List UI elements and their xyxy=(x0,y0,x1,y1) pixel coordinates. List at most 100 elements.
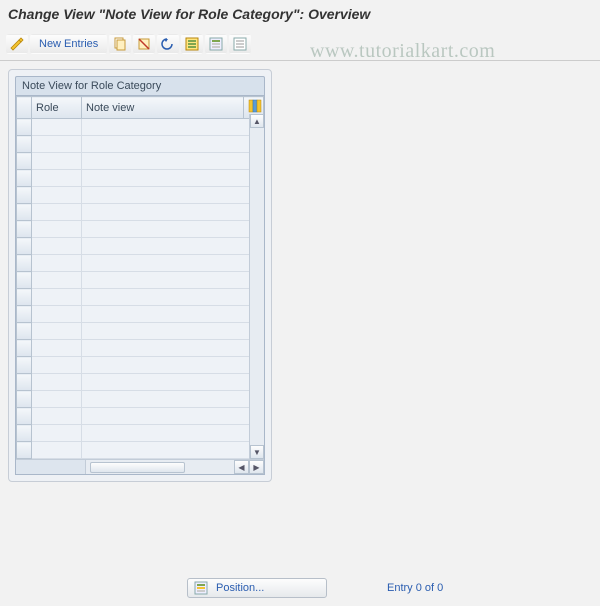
table-row xyxy=(17,289,264,306)
toolbar: New Entries xyxy=(0,32,600,61)
row-selector[interactable] xyxy=(17,187,32,204)
row-selector[interactable] xyxy=(17,391,32,408)
cell-note-view[interactable] xyxy=(82,357,264,374)
cell-role[interactable] xyxy=(32,238,82,255)
cell-role[interactable] xyxy=(32,340,82,357)
cell-role[interactable] xyxy=(32,323,82,340)
footer-bar: Position... Entry 0 of 0 xyxy=(0,578,600,598)
row-selector[interactable] xyxy=(17,289,32,306)
cell-note-view[interactable] xyxy=(82,221,264,238)
horizontal-scrollbar[interactable]: ◀ ▶ xyxy=(16,459,264,474)
cell-note-view[interactable] xyxy=(82,340,264,357)
table-row xyxy=(17,306,264,323)
table-panel: Note View for Role Category Role Note vi… xyxy=(8,69,272,482)
new-entries-button[interactable]: New Entries xyxy=(30,34,107,54)
select-block-icon[interactable] xyxy=(205,34,227,54)
table-row xyxy=(17,357,264,374)
row-selector[interactable] xyxy=(17,153,32,170)
cell-note-view[interactable] xyxy=(82,272,264,289)
cell-note-view[interactable] xyxy=(82,187,264,204)
cell-note-view[interactable] xyxy=(82,238,264,255)
cell-role[interactable] xyxy=(32,357,82,374)
row-selector[interactable] xyxy=(17,255,32,272)
cell-role[interactable] xyxy=(32,170,82,187)
table-row xyxy=(17,204,264,221)
cell-note-view[interactable] xyxy=(82,306,264,323)
cell-note-view[interactable] xyxy=(82,442,264,459)
cell-role[interactable] xyxy=(32,425,82,442)
table-row xyxy=(17,255,264,272)
cell-role[interactable] xyxy=(32,306,82,323)
scroll-up-icon[interactable]: ▲ xyxy=(250,114,264,128)
cell-role[interactable] xyxy=(32,153,82,170)
row-selector[interactable] xyxy=(17,425,32,442)
cell-note-view[interactable] xyxy=(82,374,264,391)
cell-note-view[interactable] xyxy=(82,170,264,187)
column-header-role[interactable]: Role xyxy=(32,97,82,119)
row-selector[interactable] xyxy=(17,374,32,391)
row-selector[interactable] xyxy=(17,238,32,255)
table-row xyxy=(17,136,264,153)
deselect-all-icon[interactable] xyxy=(229,34,251,54)
row-selector[interactable] xyxy=(17,170,32,187)
cell-note-view[interactable] xyxy=(82,255,264,272)
table-row xyxy=(17,442,264,459)
table-row xyxy=(17,340,264,357)
position-button-label: Position... xyxy=(216,582,264,594)
cell-note-view[interactable] xyxy=(82,391,264,408)
table-row xyxy=(17,391,264,408)
scroll-thumb[interactable] xyxy=(90,462,185,473)
table-row xyxy=(17,187,264,204)
cell-role[interactable] xyxy=(32,204,82,221)
cell-role[interactable] xyxy=(32,119,82,136)
row-selector[interactable] xyxy=(17,136,32,153)
data-grid: Role Note view xyxy=(16,96,264,459)
table-row xyxy=(17,170,264,187)
cell-note-view[interactable] xyxy=(82,119,264,136)
grid-container: Role Note view ▲ ▼ ◀ ▶ xyxy=(15,96,265,475)
row-selector-header[interactable] xyxy=(17,97,32,119)
cell-role[interactable] xyxy=(32,289,82,306)
cell-role[interactable] xyxy=(32,272,82,289)
scroll-right-icon[interactable]: ▶ xyxy=(249,460,264,474)
row-selector[interactable] xyxy=(17,204,32,221)
copy-icon[interactable] xyxy=(109,34,131,54)
column-header-note-view[interactable]: Note view xyxy=(82,97,244,119)
table-row xyxy=(17,323,264,340)
page-title: Change View "Note View for Role Category… xyxy=(0,0,600,32)
cell-role[interactable] xyxy=(32,408,82,425)
undo-icon[interactable] xyxy=(157,34,179,54)
position-button[interactable]: Position... xyxy=(187,578,327,598)
cell-role[interactable] xyxy=(32,374,82,391)
scroll-down-icon[interactable]: ▼ xyxy=(250,445,264,459)
cell-note-view[interactable] xyxy=(82,153,264,170)
cell-role[interactable] xyxy=(32,221,82,238)
cell-role[interactable] xyxy=(32,442,82,459)
row-selector[interactable] xyxy=(17,340,32,357)
cell-role[interactable] xyxy=(32,255,82,272)
row-selector[interactable] xyxy=(17,442,32,459)
cell-note-view[interactable] xyxy=(82,323,264,340)
cell-note-view[interactable] xyxy=(82,425,264,442)
vertical-scrollbar[interactable]: ▲ ▼ xyxy=(249,114,264,459)
cell-role[interactable] xyxy=(32,391,82,408)
cell-note-view[interactable] xyxy=(82,289,264,306)
row-selector[interactable] xyxy=(17,323,32,340)
row-selector[interactable] xyxy=(17,221,32,238)
table-row xyxy=(17,272,264,289)
cell-role[interactable] xyxy=(32,187,82,204)
table-row xyxy=(17,425,264,442)
row-selector[interactable] xyxy=(17,357,32,374)
scroll-left-icon[interactable]: ◀ xyxy=(234,460,249,474)
cell-note-view[interactable] xyxy=(82,408,264,425)
cell-role[interactable] xyxy=(32,136,82,153)
row-selector[interactable] xyxy=(17,119,32,136)
cell-note-view[interactable] xyxy=(82,136,264,153)
select-all-icon[interactable] xyxy=(181,34,203,54)
row-selector[interactable] xyxy=(17,272,32,289)
delete-icon[interactable] xyxy=(133,34,155,54)
row-selector[interactable] xyxy=(17,306,32,323)
toggle-change-icon[interactable] xyxy=(6,34,28,54)
cell-note-view[interactable] xyxy=(82,204,264,221)
row-selector[interactable] xyxy=(17,408,32,425)
